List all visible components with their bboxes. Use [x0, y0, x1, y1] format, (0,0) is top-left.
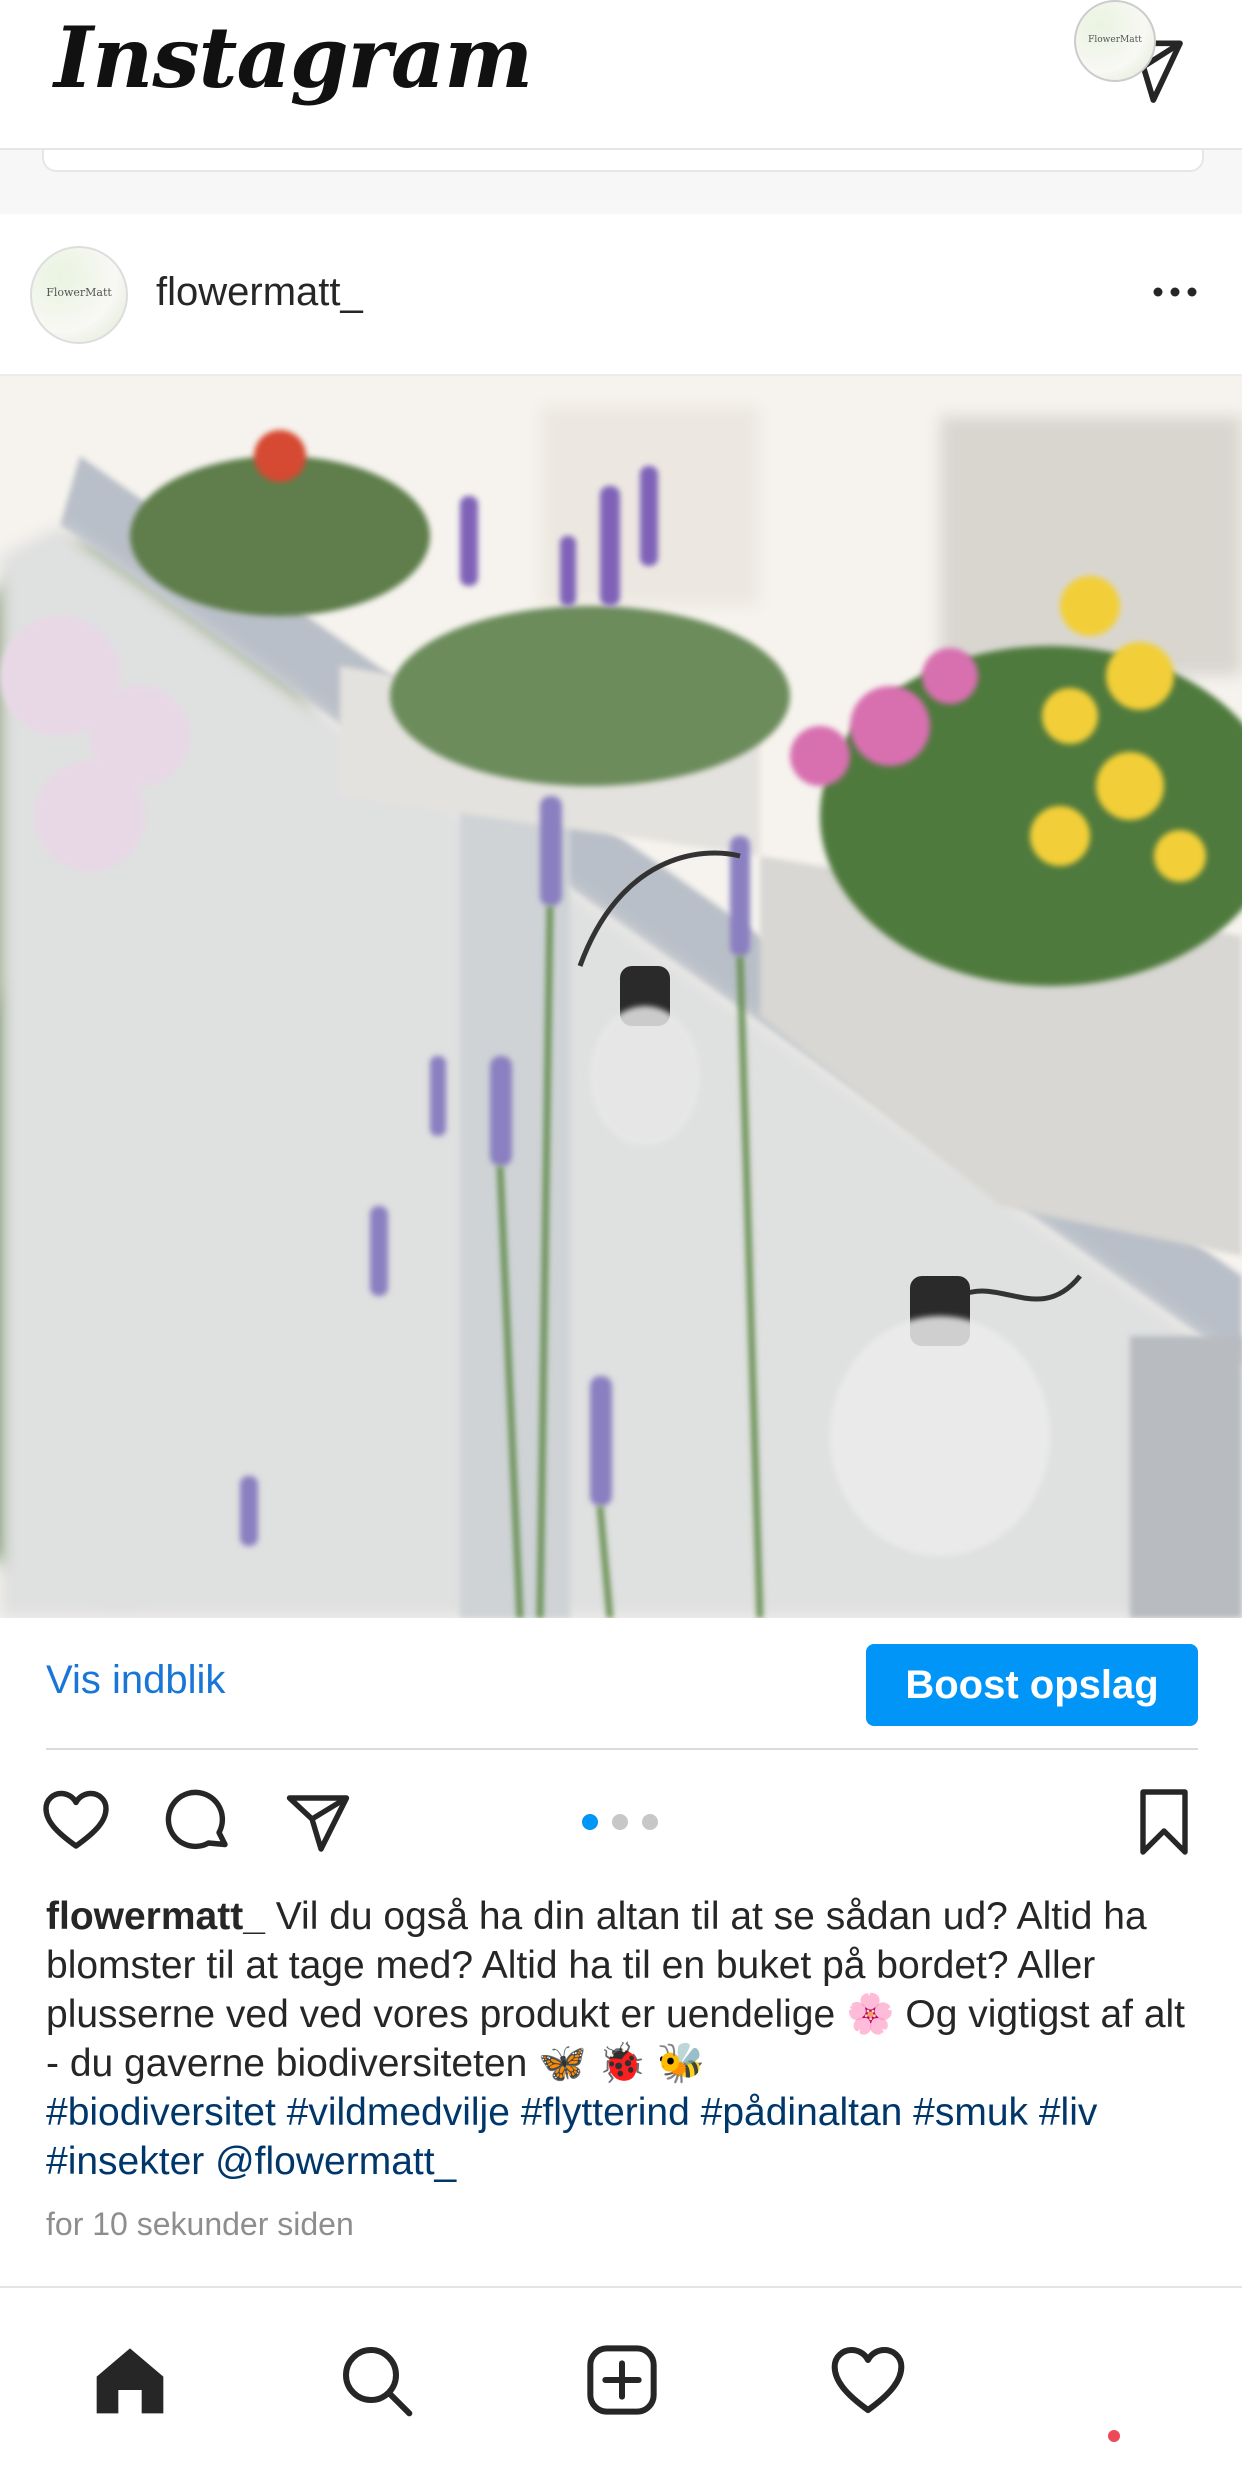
more-dots-icon[interactable] — [1150, 282, 1200, 302]
comment-icon[interactable] — [162, 1786, 234, 1858]
paper-plane-icon[interactable] — [282, 1786, 354, 1858]
carousel-dot — [642, 1814, 658, 1830]
profile-avatar[interactable]: FlowerMatt — [1074, 0, 1156, 82]
balcony-flowers-illustration — [0, 376, 1242, 1618]
avatar-logo-text: FlowerMatt — [46, 286, 112, 299]
heart-icon[interactable] — [40, 1786, 112, 1858]
post-timestamp: for 10 sekunder siden — [46, 2206, 354, 2242]
instagram-logo[interactable]: Instagram — [54, 8, 533, 107]
activity-heart-icon[interactable] — [828, 2340, 908, 2420]
post-avatar[interactable]: FlowerMatt — [30, 246, 128, 344]
stories-card-edge — [42, 150, 1204, 172]
search-icon[interactable] — [336, 2340, 416, 2420]
post-caption: flowermatt_ Vil du også ha din altan til… — [46, 1892, 1206, 2186]
carousel-dot — [612, 1814, 628, 1830]
post-username[interactable]: flowermatt_ — [156, 270, 363, 315]
view-insights-link[interactable]: Vis indblik — [46, 1658, 225, 1703]
add-post-icon[interactable] — [582, 2340, 662, 2420]
bookmark-icon[interactable] — [1128, 1786, 1200, 1858]
profile-avatar-text: FlowerMatt — [1088, 35, 1142, 45]
carousel-dot-active — [582, 1814, 598, 1830]
notification-dot — [1108, 2430, 1120, 2442]
divider — [46, 1748, 1198, 1750]
caption-hashtags[interactable]: #biodiversitet #vildmedvilje #flytterind… — [46, 2091, 1097, 2183]
home-icon[interactable] — [90, 2340, 170, 2420]
nav-divider — [0, 2286, 1242, 2288]
caption-username[interactable]: flowermatt_ — [46, 1895, 265, 1938]
post-photo[interactable] — [0, 376, 1242, 1618]
boost-post-button[interactable]: Boost opslag — [866, 1644, 1198, 1726]
